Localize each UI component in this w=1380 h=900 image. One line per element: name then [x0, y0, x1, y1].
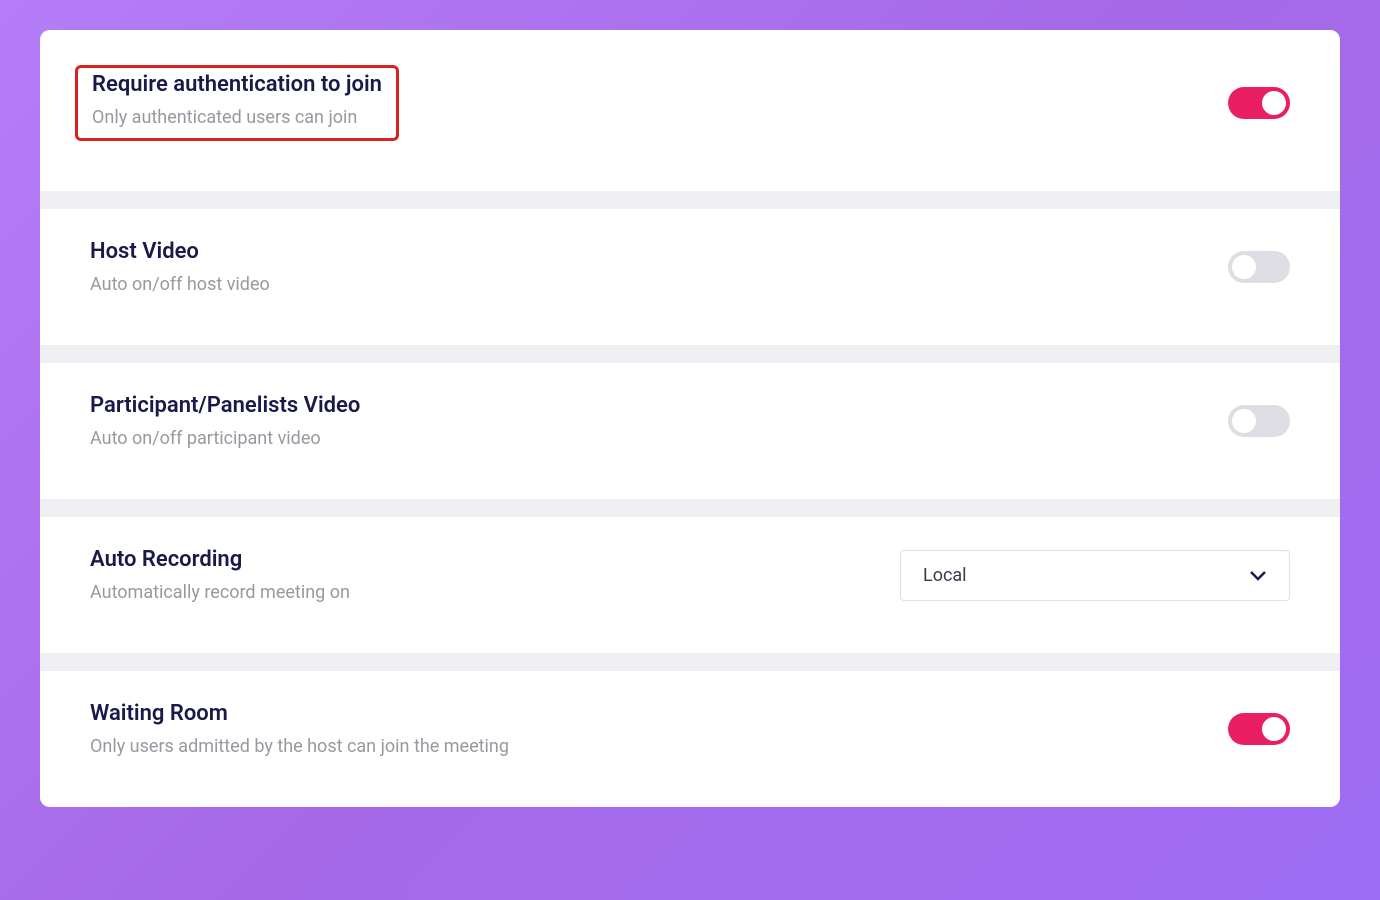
setting-description: Auto on/off participant video: [90, 428, 1228, 449]
setting-text-block: Participant/Panelists Video Auto on/off …: [90, 393, 1228, 449]
setting-auto-recording: Auto Recording Automatically record meet…: [40, 517, 1340, 653]
toggle-knob: [1262, 717, 1286, 741]
setting-title: Host Video: [90, 239, 1228, 264]
auto-recording-select[interactable]: Local: [900, 550, 1290, 601]
toggle-knob: [1232, 409, 1256, 433]
setting-text-block: Host Video Auto on/off host video: [90, 239, 1228, 295]
setting-title: Auto Recording: [90, 547, 900, 572]
host-video-toggle[interactable]: [1228, 251, 1290, 283]
setting-description: Automatically record meeting on: [90, 582, 900, 603]
select-value: Local: [923, 565, 967, 586]
participant-video-toggle[interactable]: [1228, 405, 1290, 437]
setting-description: Only authenticated users can join: [92, 107, 382, 128]
setting-title: Require authentication to join: [92, 72, 382, 97]
toggle-knob: [1232, 255, 1256, 279]
setting-participant-video: Participant/Panelists Video Auto on/off …: [40, 363, 1340, 499]
waiting-room-toggle[interactable]: [1228, 713, 1290, 745]
settings-panel: Require authentication to join Only auth…: [40, 30, 1340, 807]
toggle-knob: [1262, 91, 1286, 115]
setting-host-video: Host Video Auto on/off host video: [40, 209, 1340, 345]
setting-authentication: Require authentication to join Only auth…: [40, 30, 1340, 191]
setting-text-block: Auto Recording Automatically record meet…: [90, 547, 900, 603]
setting-title: Waiting Room: [90, 701, 1228, 726]
highlight-box: Require authentication to join Only auth…: [75, 65, 399, 141]
chevron-down-icon: [1249, 566, 1267, 584]
setting-description: Only users admitted by the host can join…: [90, 736, 1228, 757]
setting-title: Participant/Panelists Video: [90, 393, 1228, 418]
setting-text-block: Require authentication to join Only auth…: [75, 65, 1228, 141]
authentication-toggle[interactable]: [1228, 87, 1290, 119]
setting-description: Auto on/off host video: [90, 274, 1228, 295]
setting-waiting-room: Waiting Room Only users admitted by the …: [40, 671, 1340, 807]
setting-text-block: Waiting Room Only users admitted by the …: [90, 701, 1228, 757]
